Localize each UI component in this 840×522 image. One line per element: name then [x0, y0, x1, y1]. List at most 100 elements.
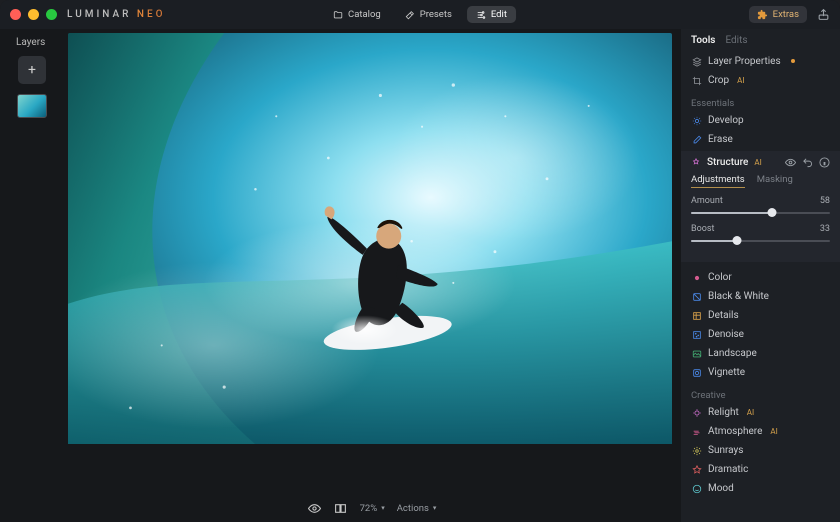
- layers-icon: [691, 56, 702, 67]
- subtab-adjustments[interactable]: Adjustments: [691, 174, 745, 188]
- denoise-tool[interactable]: Denoise: [681, 325, 840, 344]
- close-window-icon[interactable]: [10, 9, 21, 20]
- details-tool[interactable]: Details: [681, 306, 840, 325]
- develop-label: Develop: [708, 115, 744, 126]
- visibility-toggle-icon[interactable]: [785, 157, 796, 168]
- app-window: LUMINAR NEO Catalog Presets Edit: [0, 0, 840, 522]
- layer-thumbnail[interactable]: [17, 94, 47, 118]
- eye-icon[interactable]: [308, 501, 322, 515]
- window-controls: [10, 9, 57, 20]
- boost-label: Boost: [691, 224, 714, 234]
- brand-name-a: LUMINAR: [67, 9, 131, 20]
- landscape-label: Landscape: [708, 348, 757, 359]
- tab-presets[interactable]: Presets: [396, 6, 461, 23]
- sunrays-label: Sunrays: [708, 445, 743, 456]
- dramatic-tool[interactable]: Dramatic: [681, 460, 840, 479]
- atmosphere-label: Atmosphere: [708, 426, 762, 437]
- erase-label: Erase: [708, 134, 733, 145]
- zoom-value: 72%: [360, 503, 378, 514]
- relight-label: Relight: [708, 407, 739, 418]
- top-mode-tabs: Catalog Presets Edit: [324, 6, 516, 23]
- color-icon: [691, 272, 702, 283]
- relight-tool[interactable]: Relight AI: [681, 403, 840, 422]
- vignette-tool[interactable]: Vignette: [681, 363, 840, 382]
- extras-label: Extras: [773, 9, 799, 20]
- layer-properties-tool[interactable]: Layer Properties: [681, 52, 840, 71]
- boost-value: 33: [820, 224, 830, 234]
- compare-icon[interactable]: [334, 501, 348, 515]
- amount-handle[interactable]: [767, 208, 776, 217]
- section-creative: Creative: [681, 382, 840, 403]
- bw-label: Black & White: [708, 291, 769, 302]
- erase-tool[interactable]: Erase: [681, 130, 840, 149]
- sunrays-tool[interactable]: Sunrays: [681, 441, 840, 460]
- subtab-masking[interactable]: Masking: [757, 174, 793, 188]
- share-button[interactable]: [817, 8, 830, 21]
- tab-presets-label: Presets: [420, 9, 452, 20]
- boost-track[interactable]: [691, 234, 830, 248]
- atmosphere-icon: [691, 426, 702, 437]
- crop-icon: [691, 75, 702, 86]
- add-layer-button[interactable]: +: [18, 56, 46, 84]
- tab-tools[interactable]: Tools: [691, 35, 715, 46]
- section-essentials: Essentials: [681, 90, 840, 111]
- tab-edit[interactable]: Edit: [467, 6, 516, 23]
- mood-tool[interactable]: Mood: [681, 479, 840, 498]
- details-icon: [691, 310, 702, 321]
- modified-indicator-icon: [787, 56, 795, 67]
- tab-catalog[interactable]: Catalog: [324, 6, 390, 23]
- structure-subtabs: Adjustments Masking: [691, 174, 830, 188]
- main-body: Layers +: [0, 29, 840, 522]
- develop-icon: [691, 115, 702, 126]
- vignette-icon: [691, 367, 702, 378]
- details-label: Details: [708, 310, 739, 321]
- vignette-label: Vignette: [708, 367, 745, 378]
- actions-label: Actions: [397, 503, 429, 514]
- amount-track[interactable]: [691, 206, 830, 220]
- minimize-window-icon[interactable]: [28, 9, 39, 20]
- zoom-window-icon[interactable]: [46, 9, 57, 20]
- info-icon[interactable]: [819, 157, 830, 168]
- structure-head-controls: [785, 157, 830, 168]
- sunrays-icon: [691, 445, 702, 456]
- boost-slider: Boost 33: [691, 224, 830, 248]
- zoom-select[interactable]: 72% ▾: [360, 503, 385, 514]
- layers-panel: Layers +: [0, 29, 64, 522]
- dramatic-label: Dramatic: [708, 464, 748, 475]
- develop-tool[interactable]: Develop: [681, 111, 840, 130]
- canvas-toolbar: 72% ▾ Actions ▾: [64, 494, 680, 522]
- tools-panel: Tools Edits Layer Properties Crop AI Ess…: [680, 29, 840, 522]
- center-column: 72% ▾ Actions ▾: [64, 29, 680, 522]
- tab-edits[interactable]: Edits: [725, 35, 747, 46]
- right-tabs: Tools Edits: [681, 33, 840, 52]
- puzzle-icon: [757, 9, 768, 20]
- actions-menu[interactable]: Actions ▾: [397, 503, 437, 514]
- landscape-tool[interactable]: Landscape: [681, 344, 840, 363]
- ai-badge-icon: AI: [754, 158, 761, 167]
- boost-handle[interactable]: [732, 236, 741, 245]
- extras-button[interactable]: Extras: [749, 6, 807, 23]
- plus-icon: +: [28, 62, 36, 78]
- mood-icon: [691, 483, 702, 494]
- bw-tool[interactable]: Black & White: [681, 287, 840, 306]
- amount-label: Amount: [691, 196, 723, 206]
- structure-panel: Structure AI Adju: [681, 151, 840, 262]
- layers-label: Layers: [0, 37, 64, 48]
- atmosphere-tool[interactable]: Atmosphere AI: [681, 422, 840, 441]
- structure-header[interactable]: Structure AI: [691, 157, 830, 168]
- app-title: LUMINAR NEO: [67, 9, 166, 20]
- structure-label: Structure: [707, 157, 748, 168]
- crop-tool[interactable]: Crop AI: [681, 71, 840, 90]
- color-tool[interactable]: Color: [681, 268, 840, 287]
- image-canvas[interactable]: [68, 33, 672, 494]
- amount-value: 58: [820, 196, 830, 206]
- canvas-artwork: [68, 33, 672, 444]
- undo-icon[interactable]: [802, 157, 813, 168]
- denoise-label: Denoise: [708, 329, 744, 340]
- canvas-wrap: [64, 29, 680, 494]
- title-bar: LUMINAR NEO Catalog Presets Edit: [0, 0, 840, 29]
- landscape-icon: [691, 348, 702, 359]
- tab-edit-label: Edit: [491, 9, 507, 20]
- chevron-down-icon: ▾: [433, 504, 437, 512]
- relight-icon: [691, 407, 702, 418]
